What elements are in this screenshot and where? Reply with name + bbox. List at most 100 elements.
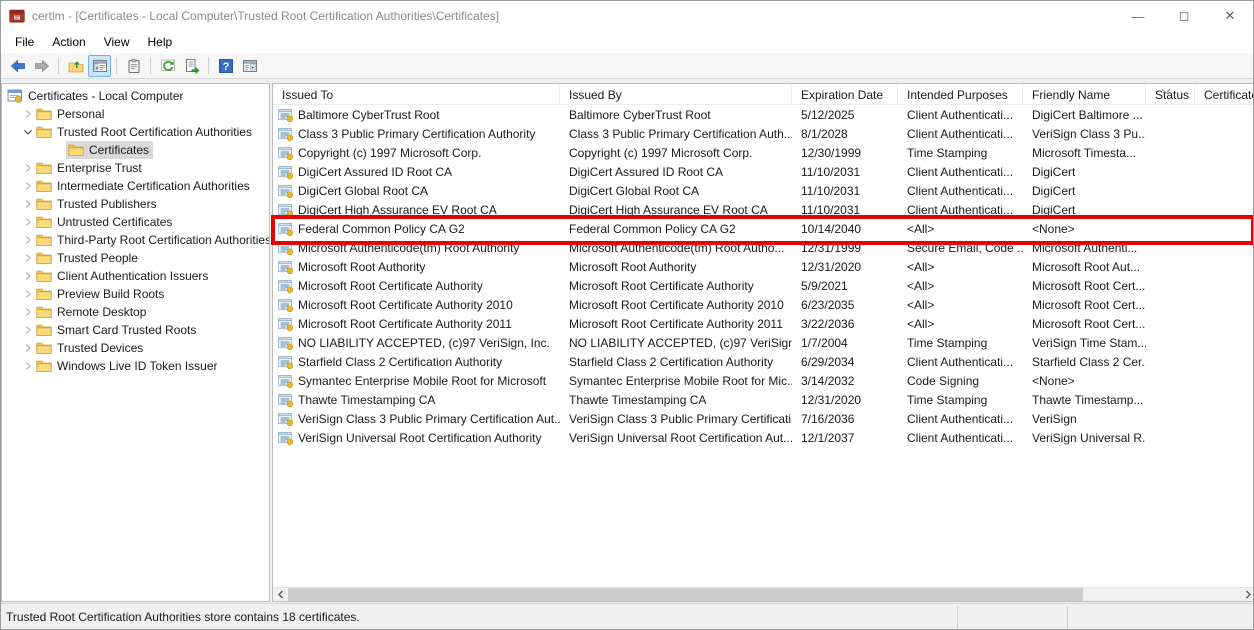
- tree-item-body[interactable]: Trusted Publishers: [34, 195, 161, 213]
- sidebar-item-windows-live-id-token-issuer[interactable]: Windows Live ID Token Issuer: [2, 357, 269, 375]
- refresh-icon[interactable]: [156, 55, 179, 77]
- chevron-right-icon[interactable]: [21, 108, 34, 121]
- table-row-digicert-global-root-ca[interactable]: DigiCert Global Root CADigiCert Global R…: [273, 181, 1254, 200]
- tree-item-body[interactable]: Trusted Root Certification Authorities: [34, 123, 256, 141]
- tree-item-body[interactable]: Intermediate Certification Authorities: [34, 177, 254, 195]
- table-row-digicert-assured-id-root-ca[interactable]: DigiCert Assured ID Root CADigiCert Assu…: [273, 162, 1254, 181]
- table-row-digicert-high-assurance-ev-root-ca[interactable]: DigiCert High Assurance EV Root CADigiCe…: [273, 200, 1254, 219]
- table-row-class-3-public-primary-certification-aut[interactable]: Class 3 Public Primary Certification Aut…: [273, 124, 1254, 143]
- certificate-icon: [278, 259, 294, 275]
- sidebar-item-trusted-publishers[interactable]: Trusted Publishers: [2, 195, 269, 213]
- column-header-friendly-name[interactable]: Friendly Name: [1023, 84, 1146, 104]
- chevron-right-icon[interactable]: [21, 288, 34, 301]
- menu-action[interactable]: Action: [43, 33, 94, 51]
- sidebar-item-trusted-devices[interactable]: Trusted Devices: [2, 339, 269, 357]
- sidebar-item-untrusted-certificates[interactable]: Untrusted Certificates: [2, 213, 269, 231]
- table-row-federal-common-policy-ca-g2[interactable]: Federal Common Policy CA G2Federal Commo…: [273, 219, 1254, 238]
- chevron-right-icon[interactable]: [21, 252, 34, 265]
- chevron-right-icon[interactable]: [21, 162, 34, 175]
- export-list-icon[interactable]: [180, 55, 203, 77]
- scroll-right-icon[interactable]: [1240, 588, 1254, 601]
- show-action-pane-icon[interactable]: [238, 55, 261, 77]
- column-header-issued-by[interactable]: Issued By: [560, 84, 792, 104]
- forward-icon[interactable]: [30, 55, 53, 77]
- cell-expiration-date: 12/31/2020: [792, 390, 898, 409]
- tree-item-body[interactable]: Trusted People: [34, 249, 142, 267]
- column-header-issued-to[interactable]: Issued To: [273, 84, 560, 104]
- scrollbar-track[interactable]: [1083, 588, 1240, 601]
- table-row-verisign-universal-root-certification-au[interactable]: VeriSign Universal Root Certification Au…: [273, 428, 1254, 447]
- scroll-left-icon[interactable]: [273, 588, 288, 601]
- sidebar-item-enterprise-trust[interactable]: Enterprise Trust: [2, 159, 269, 177]
- column-header-intended-purposes[interactable]: Intended Purposes: [898, 84, 1023, 104]
- properties-icon[interactable]: [122, 55, 145, 77]
- sidebar-item-smart-card-trusted-roots[interactable]: Smart Card Trusted Roots: [2, 321, 269, 339]
- menu-file[interactable]: File: [6, 33, 43, 51]
- scrollbar-thumb[interactable]: [288, 588, 1083, 601]
- table-row-no-liability-accepted-c-97-verisign-inc[interactable]: NO LIABILITY ACCEPTED, (c)97 VeriSign, I…: [273, 333, 1254, 352]
- table-row-thawte-timestamping-ca[interactable]: Thawte Timestamping CAThawte Timestampin…: [273, 390, 1254, 409]
- table-row-starfield-class-2-certification-authorit[interactable]: Starfield Class 2 Certification Authorit…: [273, 352, 1254, 371]
- chevron-right-icon[interactable]: [21, 234, 34, 247]
- tree-item-body[interactable]: Personal: [34, 105, 108, 123]
- sidebar-item-trusted-root-certification-authorities[interactable]: Trusted Root Certification Authorities: [2, 123, 269, 141]
- up-one-level-icon[interactable]: [64, 55, 87, 77]
- certificate-icon: [278, 202, 294, 218]
- cell-certificate-template: [1195, 181, 1254, 200]
- tree-item-body[interactable]: Preview Build Roots: [34, 285, 168, 303]
- column-header-expiration-date[interactable]: Expiration Date: [792, 84, 898, 104]
- minimize-button[interactable]: —: [1115, 1, 1161, 31]
- cell-certificate-template: [1195, 162, 1254, 181]
- back-icon[interactable]: [6, 55, 29, 77]
- table-row-microsoft-authenticode-tm-root-authority[interactable]: Microsoft Authenticode(tm) Root Authorit…: [273, 238, 1254, 257]
- table-row-microsoft-root-certificate-authority-201[interactable]: Microsoft Root Certificate Authority 201…: [273, 295, 1254, 314]
- issued-to-text: Baltimore CyberTrust Root: [298, 108, 440, 122]
- tree-item-body[interactable]: Client Authentication Issuers: [34, 267, 212, 285]
- chevron-right-icon[interactable]: [21, 198, 34, 211]
- certificate-icon: [278, 126, 294, 142]
- table-row-microsoft-root-authority[interactable]: Microsoft Root AuthorityMicrosoft Root A…: [273, 257, 1254, 276]
- tree-item-body[interactable]: Windows Live ID Token Issuer: [34, 357, 222, 375]
- column-header-certificate[interactable]: Certificate: [1195, 84, 1254, 104]
- table-row-copyright-c-1997-microsoft-corp[interactable]: Copyright (c) 1997 Microsoft Corp.Copyri…: [273, 143, 1254, 162]
- chevron-right-icon[interactable]: [21, 180, 34, 193]
- chevron-right-icon[interactable]: [21, 216, 34, 229]
- menu-help[interactable]: Help: [139, 33, 182, 51]
- chevron-down-icon[interactable]: [21, 126, 34, 139]
- tree-item-body[interactable]: Untrusted Certificates: [34, 213, 176, 231]
- table-row-verisign-class-3-public-primary-certific[interactable]: VeriSign Class 3 Public Primary Certific…: [273, 409, 1254, 428]
- sidebar-item-preview-build-roots[interactable]: Preview Build Roots: [2, 285, 269, 303]
- tree-item-body[interactable]: Third-Party Root Certification Authoriti…: [34, 231, 270, 249]
- table-row-microsoft-root-certificate-authority[interactable]: Microsoft Root Certificate AuthorityMicr…: [273, 276, 1254, 295]
- sidebar-item-remote-desktop[interactable]: Remote Desktop: [2, 303, 269, 321]
- tree-root[interactable]: Certificates - Local Computer: [2, 87, 269, 105]
- maximize-button[interactable]: ◻: [1161, 1, 1207, 31]
- tree-item-body[interactable]: Certificates: [66, 141, 153, 159]
- sidebar-item-personal[interactable]: Personal: [2, 105, 269, 123]
- sidebar-item-third-party-root-certification-authorities[interactable]: Third-Party Root Certification Authoriti…: [2, 231, 269, 249]
- close-button[interactable]: ✕: [1207, 1, 1253, 31]
- tree-item-body[interactable]: Remote Desktop: [34, 303, 150, 321]
- sidebar-item-trusted-people[interactable]: Trusted People: [2, 249, 269, 267]
- horizontal-scrollbar[interactable]: [273, 587, 1254, 601]
- table-row-microsoft-root-certificate-authority-201[interactable]: Microsoft Root Certificate Authority 201…: [273, 314, 1254, 333]
- menu-view[interactable]: View: [95, 33, 139, 51]
- cell-intended-purposes: Client Authenticati...: [898, 409, 1023, 428]
- chevron-right-icon[interactable]: [21, 360, 34, 373]
- show-console-tree-icon[interactable]: [88, 55, 111, 77]
- cell-intended-purposes: Time Stamping: [898, 390, 1023, 409]
- svg-text:?: ?: [222, 61, 229, 73]
- sidebar-item-intermediate-certification-authorities[interactable]: Intermediate Certification Authorities: [2, 177, 269, 195]
- sidebar-item-certificates[interactable]: Certificates: [2, 141, 269, 159]
- sidebar-item-client-authentication-issuers[interactable]: Client Authentication Issuers: [2, 267, 269, 285]
- chevron-right-icon[interactable]: [21, 306, 34, 319]
- chevron-right-icon[interactable]: [21, 324, 34, 337]
- table-row-symantec-enterprise-mobile-root-for-micr[interactable]: Symantec Enterprise Mobile Root for Micr…: [273, 371, 1254, 390]
- help-icon[interactable]: ?: [214, 55, 237, 77]
- table-row-baltimore-cybertrust-root[interactable]: Baltimore CyberTrust RootBaltimore Cyber…: [273, 105, 1254, 124]
- tree-item-body[interactable]: Trusted Devices: [34, 339, 147, 357]
- tree-item-body[interactable]: Smart Card Trusted Roots: [34, 321, 200, 339]
- chevron-right-icon[interactable]: [21, 270, 34, 283]
- chevron-right-icon[interactable]: [21, 342, 34, 355]
- tree-item-body[interactable]: Enterprise Trust: [34, 159, 146, 177]
